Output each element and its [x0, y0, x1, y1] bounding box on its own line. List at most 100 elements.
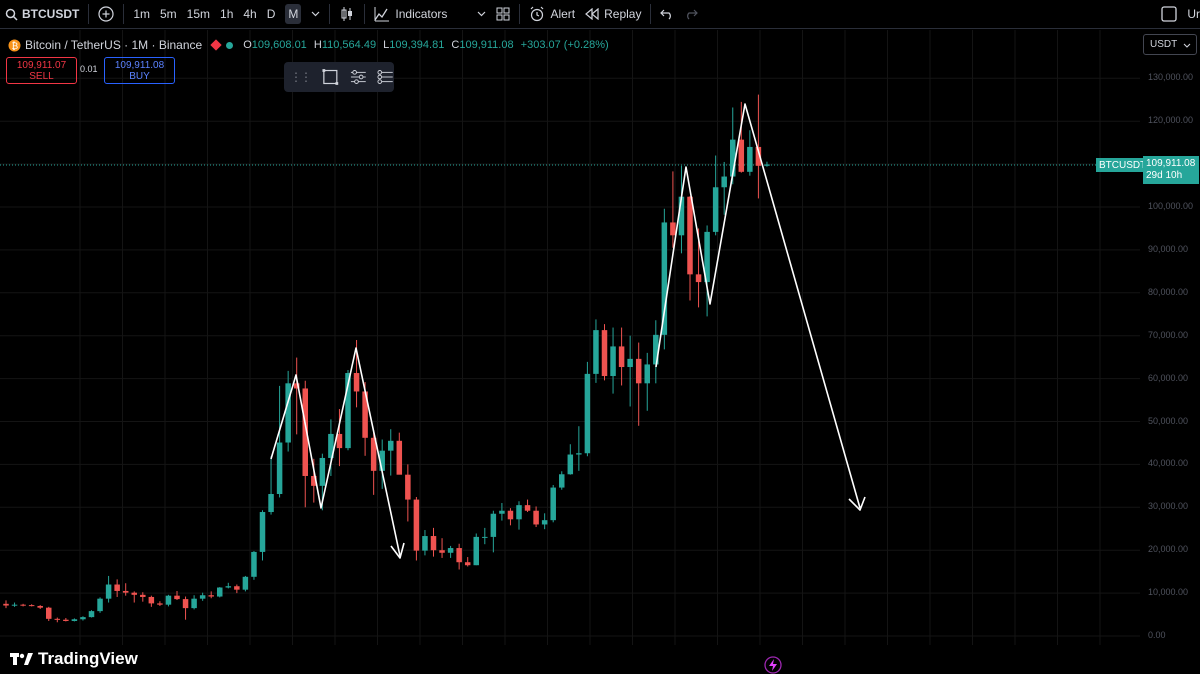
price-axis-label: 130,000.00	[1148, 72, 1194, 83]
live-dot-icon	[226, 41, 234, 49]
candle-body	[661, 222, 668, 335]
bar-countdown: 29d 10h	[1146, 170, 1183, 181]
candle-body	[499, 510, 505, 514]
candle-body	[148, 596, 155, 604]
price-axis-label: 0.00	[1148, 630, 1166, 640]
candle-body	[584, 373, 591, 454]
candle-body	[627, 358, 633, 368]
price-axis-label: 60,000.00	[1148, 372, 1189, 383]
candle-body	[268, 494, 274, 513]
sell-label: SELL	[29, 70, 54, 82]
candle-body	[405, 474, 411, 500]
candle-body	[490, 513, 497, 537]
candle-body	[541, 520, 548, 525]
candle-body	[97, 598, 103, 612]
high-value: 110,564.49	[321, 39, 377, 51]
close-value: 109,911.08	[459, 39, 514, 51]
candle-body	[516, 505, 522, 520]
tradingview-mark-icon	[10, 653, 33, 665]
candle-body	[3, 603, 9, 606]
buy-label: BUY	[129, 70, 150, 82]
sell-button[interactable]: 109,911.07 SELL	[6, 57, 77, 84]
candle-body	[618, 346, 625, 368]
candle-body	[721, 176, 727, 188]
candle-body	[217, 587, 223, 597]
open-value: 109,608.01	[251, 39, 307, 51]
candle-body	[122, 590, 129, 593]
spread-value: 0.01	[80, 64, 98, 74]
candle-body	[712, 187, 719, 232]
candle-body	[20, 604, 26, 606]
candle-body	[105, 584, 112, 599]
svg-text:₿: ₿	[12, 41, 19, 52]
candle-body	[242, 576, 249, 590]
price-axis-label: 90,000.00	[1148, 243, 1189, 254]
candle-body	[276, 442, 283, 495]
candle-body	[422, 536, 428, 551]
buy-price: 109,911.08	[114, 59, 165, 71]
candle-body	[610, 346, 616, 377]
price-axis-label: 40,000.00	[1148, 458, 1189, 469]
candle-body	[507, 510, 514, 520]
symbol-price-tag: BTCUSDT	[1096, 158, 1150, 172]
buy-button[interactable]: 109,911.08 BUY	[104, 57, 175, 84]
candle-body	[747, 146, 753, 172]
price-axis-label: 70,000.00	[1148, 329, 1189, 340]
candle-body	[473, 536, 479, 566]
candle-body	[524, 505, 531, 511]
candle-body	[11, 604, 18, 606]
candle-body	[413, 499, 420, 551]
tradingview-logo[interactable]: TradingView	[10, 649, 138, 669]
candle-body	[456, 548, 462, 563]
last-price-box: 109,911.08 29d 10h	[1143, 156, 1199, 184]
candle-body	[251, 551, 257, 577]
candle-body	[601, 330, 608, 377]
candle-body	[593, 330, 599, 374]
pattern-annotation	[270, 103, 866, 559]
candle-body	[670, 222, 676, 236]
candle-body	[37, 605, 43, 608]
candle-body	[71, 619, 78, 621]
legend-title: Bitcoin / TetherUS · 1M · Binance	[25, 38, 203, 52]
currency-select[interactable]: USDT	[1143, 34, 1197, 55]
high-label: H	[313, 39, 322, 51]
rectangle-tool-icon[interactable]	[322, 68, 339, 86]
price-axis-label: 30,000.00	[1148, 501, 1189, 512]
candle-body	[430, 536, 437, 551]
candle-body	[396, 440, 403, 475]
candle-body	[550, 487, 556, 521]
candle-body	[559, 474, 565, 488]
sell-price: 109,911.07	[16, 59, 67, 71]
drawing-toolbar: ⋮⋮	[284, 62, 394, 92]
candle-body	[208, 595, 214, 597]
candle-body	[174, 595, 180, 600]
lightning-icon[interactable]	[764, 656, 782, 674]
candle-body	[695, 274, 702, 283]
brand-name: TradingView	[38, 649, 138, 668]
currency-label: USDT	[1150, 39, 1178, 50]
candle-body	[533, 510, 539, 525]
candle-body	[157, 603, 163, 605]
settings-lines-icon[interactable]	[350, 68, 367, 86]
object-settings-icon[interactable]	[377, 68, 394, 86]
candle-body	[635, 358, 642, 384]
candle-body	[131, 592, 137, 595]
candle-body	[80, 617, 86, 620]
candle-body	[319, 457, 326, 486]
candle-body	[353, 373, 360, 392]
candle-body	[234, 586, 240, 590]
candle-body	[182, 599, 189, 609]
symbol-legend: ₿ Bitcoin / TetherUS · 1M · Binance O109…	[8, 36, 613, 54]
candle-body	[46, 607, 52, 619]
candles	[3, 94, 770, 623]
candle-body	[464, 562, 471, 566]
candle-body	[54, 618, 61, 620]
candle-body	[259, 512, 266, 552]
candle-body	[63, 619, 69, 621]
change-value: +303.07 (+0.28%)	[520, 39, 609, 51]
candle-body	[576, 453, 582, 455]
bitcoin-logo-icon: ₿	[8, 39, 21, 52]
drag-handle-icon[interactable]: ⋮⋮	[290, 70, 312, 84]
price-chart[interactable]	[0, 0, 1200, 674]
market-status-icon	[210, 39, 222, 51]
